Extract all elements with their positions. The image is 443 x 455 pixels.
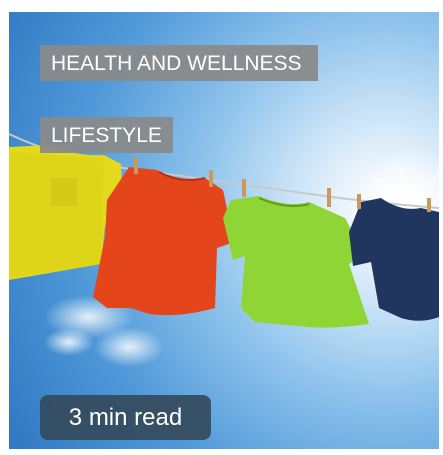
article-card[interactable]: HEALTH AND WELLNESS LIFESTYLE 3 min read xyxy=(9,12,439,449)
navy-shirt xyxy=(349,198,439,321)
read-time-badge: 3 min read xyxy=(40,395,211,440)
category-tag-lifestyle[interactable]: LIFESTYLE xyxy=(40,117,173,153)
green-shirt xyxy=(223,196,369,328)
category-tag-health-and-wellness[interactable]: HEALTH AND WELLNESS xyxy=(40,45,318,81)
